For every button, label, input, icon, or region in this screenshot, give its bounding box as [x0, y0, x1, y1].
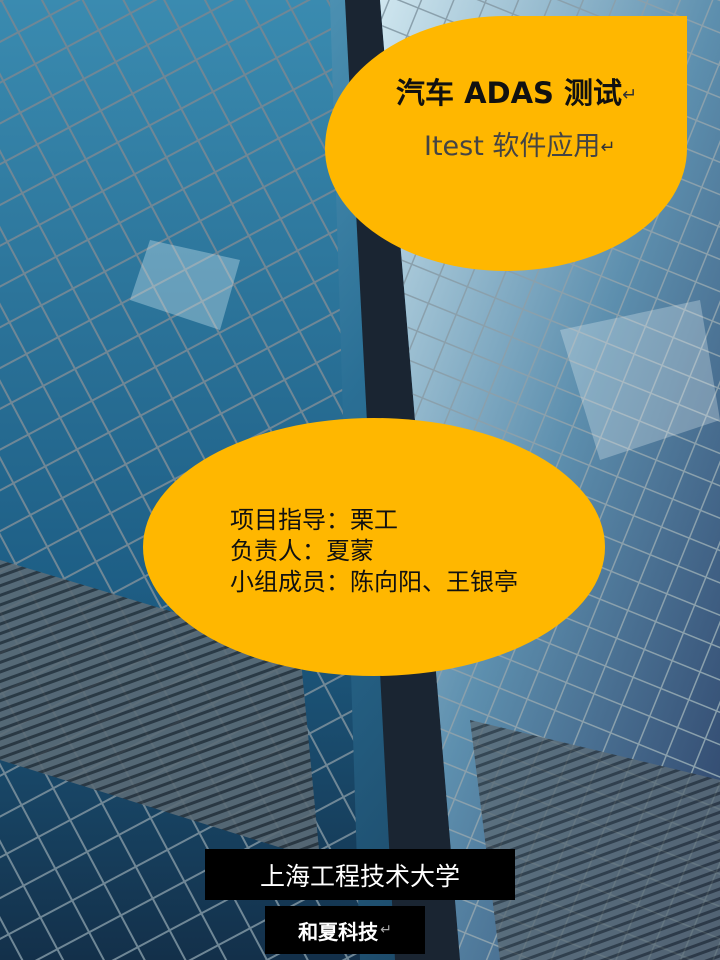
company-label: 和夏科技 ↵: [265, 906, 425, 954]
project-advisor: 项目指导：栗工: [230, 506, 398, 534]
return-mark-icon: ↵: [600, 137, 616, 158]
university-name: 上海工程技术大学: [259, 861, 460, 891]
team-members: 小组成员：陈向阳、王银亭: [230, 568, 518, 596]
university-label: 上海工程技术大学: [205, 849, 515, 900]
team-info: 项目指导：栗工 负责人：夏蒙 小组成员：陈向阳、王银亭: [230, 505, 518, 598]
subtitle-line: Itest 软件应用↵: [424, 124, 616, 163]
company-name: 和夏科技: [298, 919, 379, 944]
page-title: 汽车 ADAS 测试: [396, 76, 623, 110]
return-mark-icon: ↵: [380, 922, 392, 938]
return-mark-icon: ↵: [622, 84, 638, 106]
page-subtitle: Itest 软件应用: [424, 131, 601, 162]
title-line: 汽车 ADAS 测试↵: [396, 70, 637, 112]
project-lead: 负责人：夏蒙: [230, 537, 374, 565]
